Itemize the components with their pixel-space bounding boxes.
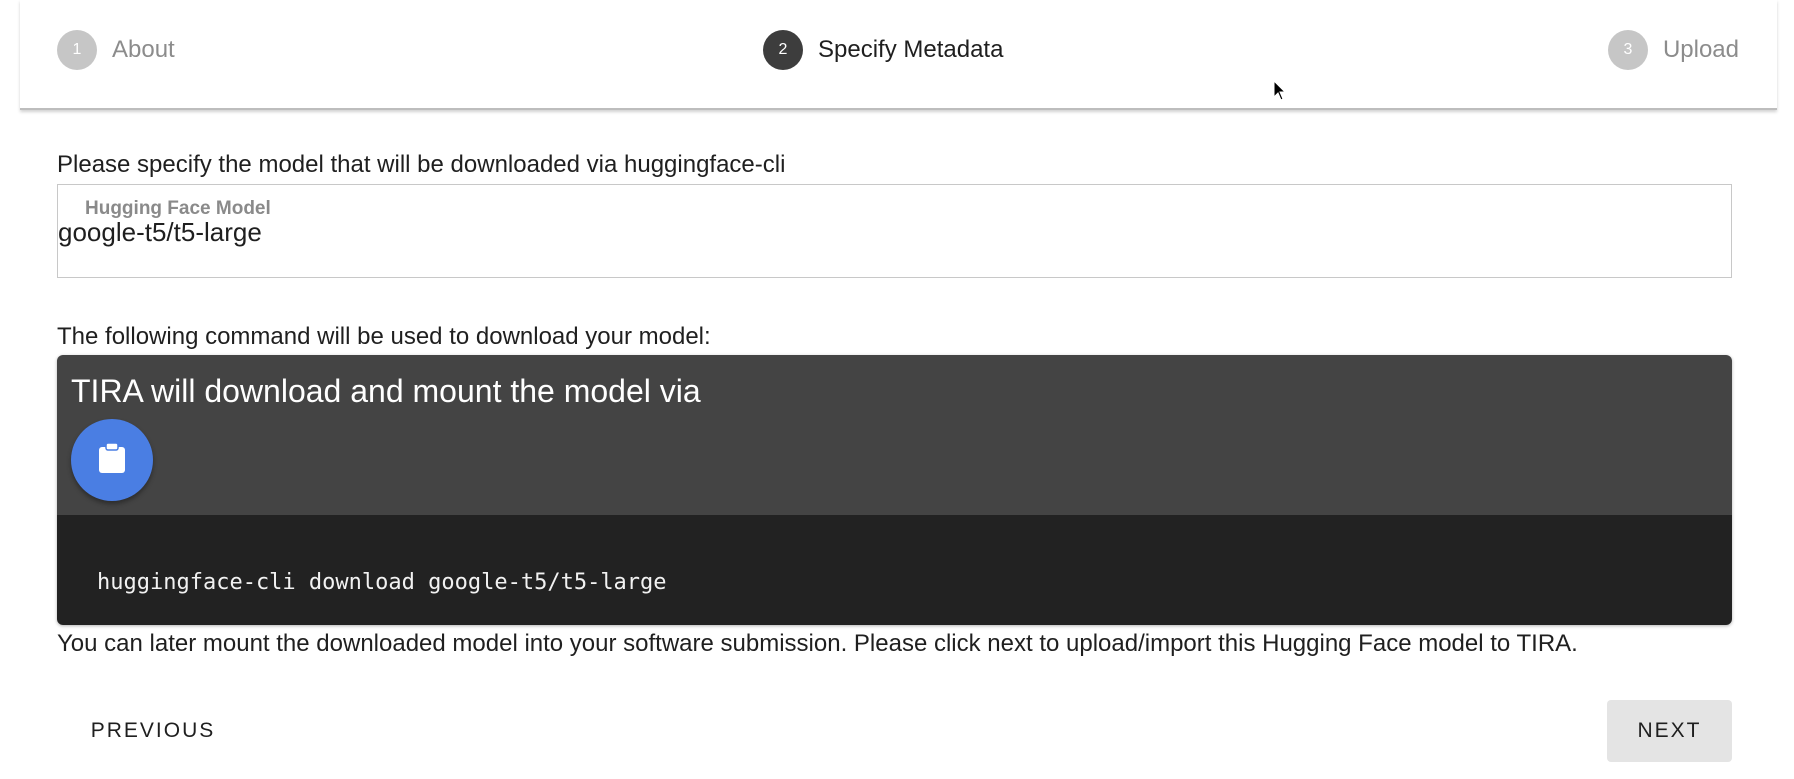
command-card: TIRA will download and mount the model v…	[57, 355, 1732, 625]
step-specify-metadata[interactable]: 2 Specify Metadata	[763, 30, 1003, 70]
step-label: Specify Metadata	[818, 36, 1004, 63]
model-instruction: Please specify the model that will be do…	[57, 151, 786, 178]
copy-command-button[interactable]	[71, 419, 153, 501]
step-label: Upload	[1662, 36, 1739, 63]
step-label: About	[112, 36, 175, 63]
hugging-face-model-field[interactable]: Hugging Face Model	[57, 184, 1732, 278]
command-intro: The following command will be used to do…	[57, 323, 711, 350]
command-card-title: TIRA will download and mount the model v…	[71, 373, 701, 409]
previous-button[interactable]: PREVIOUS	[68, 700, 238, 762]
download-command: huggingface-cli download google-t5/t5-la…	[97, 570, 667, 595]
step-number: 3	[1607, 30, 1648, 70]
upload-wizard: 1 About 2 Specify Metadata 3 Upload Plea…	[0, 0, 1794, 779]
step-number: 1	[57, 30, 97, 70]
step-about[interactable]: 1 About	[57, 30, 175, 70]
stepper-header: 1 About 2 Specify Metadata 3 Upload	[20, 0, 1777, 110]
step-number: 2	[763, 30, 803, 70]
command-card-body: huggingface-cli download google-t5/t5-la…	[57, 515, 1732, 625]
next-button[interactable]: NEXT	[1607, 700, 1732, 762]
command-card-header: TIRA will download and mount the model v…	[57, 355, 1732, 515]
footer-note: You can later mount the downloaded model…	[57, 630, 1578, 657]
step-upload[interactable]: 3 Upload	[1607, 30, 1739, 70]
model-input[interactable]	[58, 215, 1058, 249]
clipboard-icon	[97, 441, 127, 479]
